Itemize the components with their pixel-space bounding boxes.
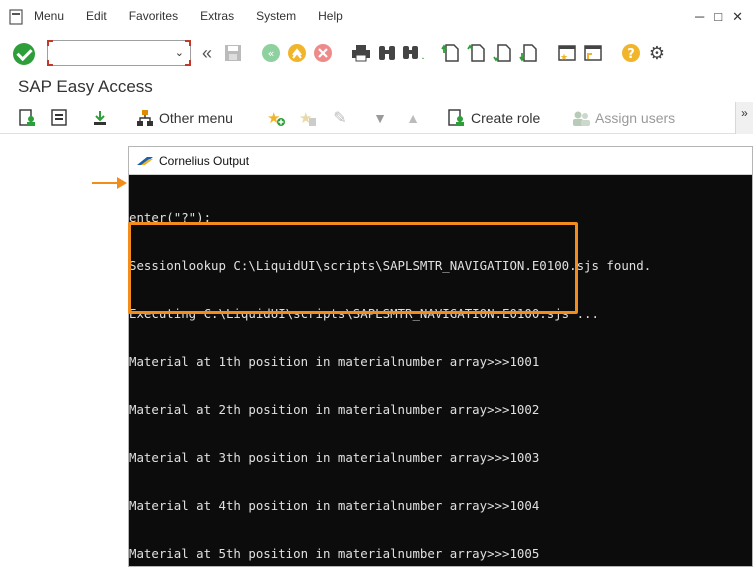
console-line: Material at 4th position in materialnumb… xyxy=(129,498,540,513)
sap-window-icon[interactable] xyxy=(9,9,23,25)
svg-text:?: ? xyxy=(627,47,635,62)
more-actions-button[interactable]: » xyxy=(735,102,753,134)
back-icon[interactable]: « xyxy=(260,42,282,64)
assign-users-button[interactable]: Assign users xyxy=(595,110,675,126)
move-down-icon[interactable]: ▼ xyxy=(370,108,390,128)
svg-text:«: « xyxy=(268,47,275,60)
page-title: SAP Easy Access xyxy=(18,77,153,96)
download-icon[interactable] xyxy=(90,108,110,128)
other-menu-button[interactable]: Other menu xyxy=(159,110,233,126)
first-page-icon[interactable] xyxy=(440,42,462,64)
menu-item-menu[interactable]: Menu xyxy=(34,9,64,23)
print-icon[interactable] xyxy=(350,42,372,64)
menu-item-favorites[interactable]: Favorites xyxy=(129,9,178,23)
chevron-down-icon[interactable]: ⌄ xyxy=(175,46,184,59)
maximize-button[interactable]: □ xyxy=(714,9,722,25)
annotation-arrow xyxy=(92,182,120,184)
new-session-icon[interactable]: ★ xyxy=(556,42,578,64)
double-chevron-left-icon[interactable]: « xyxy=(196,42,218,64)
help-icon[interactable]: ? xyxy=(620,42,642,64)
find-icon[interactable] xyxy=(376,42,398,64)
minimize-button[interactable]: ─ xyxy=(695,9,704,25)
last-page-icon[interactable] xyxy=(518,42,540,64)
standard-toolbar: ⌄ « « + ★ ? ⚙ xyxy=(0,34,753,72)
move-up-icon[interactable]: ▲ xyxy=(403,108,423,128)
console-line: Material at 2th position in materialnumb… xyxy=(129,402,540,417)
menu-item-extras[interactable]: Extras xyxy=(200,9,234,23)
delete-favorite-icon[interactable]: ★ xyxy=(298,108,318,128)
menu-item-help[interactable]: Help xyxy=(318,9,343,23)
command-field[interactable]: ⌄ xyxy=(47,40,191,66)
previous-page-icon[interactable] xyxy=(466,42,488,64)
menu-bar: Menu Edit Favorites Extras System Help ─… xyxy=(0,0,753,34)
edit-pencil-icon[interactable]: ✎ xyxy=(330,108,350,128)
add-favorite-icon[interactable]: ★ xyxy=(266,108,286,128)
find-next-icon[interactable]: + xyxy=(402,42,424,64)
navigation-panel xyxy=(0,134,128,567)
create-role-button[interactable]: Create role xyxy=(471,110,540,126)
console-line: Material at 3th position in materialnumb… xyxy=(129,450,540,465)
highlight-box xyxy=(128,222,578,314)
console-line: Material at 5th position in materialnumb… xyxy=(129,546,540,561)
close-window-button[interactable]: ✕ xyxy=(732,9,743,25)
menu-item-edit[interactable]: Edit xyxy=(86,9,107,23)
application-toolbar: Other menu ★ ★ ✎ ▼ ▲ Create role Assign … xyxy=(0,102,753,134)
cornelius-logo-icon xyxy=(137,157,153,165)
exit-icon[interactable] xyxy=(286,42,308,64)
gear-icon[interactable]: ⚙ xyxy=(646,42,668,64)
shortcut-icon[interactable] xyxy=(582,42,604,64)
enter-check-icon[interactable] xyxy=(13,43,35,65)
output-window-titlebar[interactable]: Cornelius Output xyxy=(129,147,752,175)
sap-menu-icon[interactable] xyxy=(50,108,70,128)
menu-item-system[interactable]: System xyxy=(256,9,296,23)
save-icon[interactable] xyxy=(222,42,244,64)
create-role-icon[interactable] xyxy=(447,108,467,128)
user-menu-icon[interactable] xyxy=(18,108,38,128)
svg-text:★: ★ xyxy=(560,53,568,63)
svg-text:+: + xyxy=(421,54,424,62)
next-page-icon[interactable] xyxy=(492,42,514,64)
console-line: Material at 1th position in materialnumb… xyxy=(129,354,540,369)
cancel-icon[interactable] xyxy=(312,42,334,64)
other-menu-icon[interactable] xyxy=(135,108,155,128)
assign-users-icon[interactable] xyxy=(571,108,591,128)
cornelius-output-window: Cornelius Output enter("?"); Sessionlook… xyxy=(128,146,753,567)
output-window-title: Cornelius Output xyxy=(159,154,250,168)
title-bar: SAP Easy Access xyxy=(0,72,753,102)
annotation-arrow-head xyxy=(117,177,127,189)
